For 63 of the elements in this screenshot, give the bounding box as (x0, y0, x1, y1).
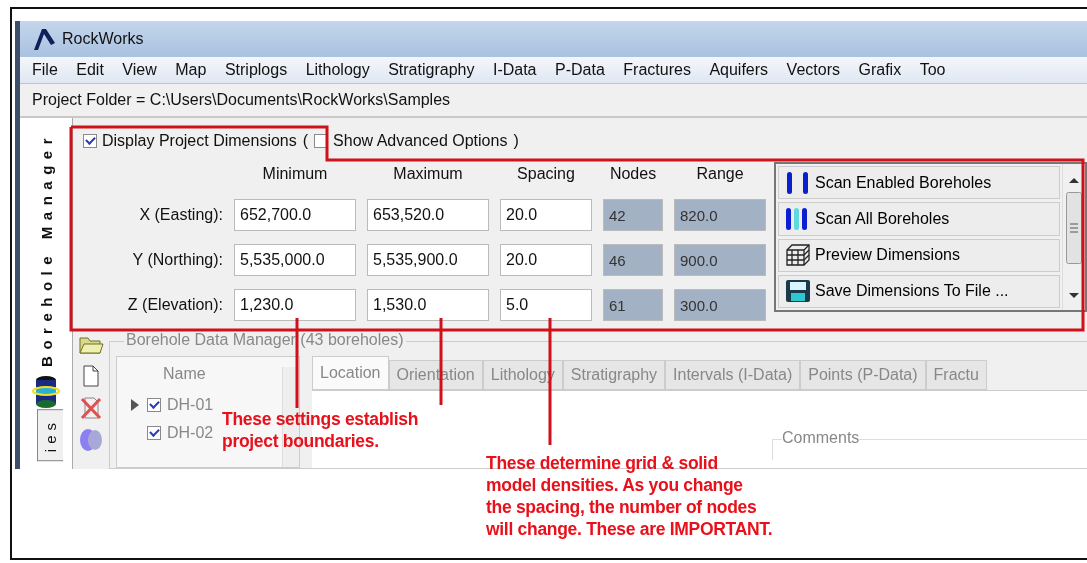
action-button[interactable]: Preview Dimensions (778, 238, 1060, 272)
input-field[interactable]: 5.0 (500, 289, 592, 321)
checkbox-label[interactable]: Show Advanced Options (333, 132, 508, 150)
action-button[interactable]: Scan Enabled Boreholes (778, 166, 1060, 200)
logo-icon (32, 27, 56, 51)
menu-item[interactable]: Edit (76, 61, 104, 79)
cube-grid-icon (783, 243, 813, 268)
checkbox[interactable] (147, 426, 161, 440)
input-field[interactable]: 1,530.0 (367, 289, 489, 321)
column-header: Maximum (392, 164, 464, 184)
blob-icon[interactable] (78, 427, 104, 453)
row-label: Y (Northing): (131, 251, 223, 269)
scroll-up-icon[interactable] (1068, 176, 1080, 184)
column-header: Nodes (608, 164, 658, 184)
project-folder-path: Project Folder = C:\Users\Documents\RockWorks\Samples (32, 91, 451, 109)
readonly-field: 300.0 (674, 289, 766, 321)
menu-item[interactable]: Fractures (623, 61, 691, 79)
readonly-field: 900.0 (674, 244, 766, 276)
input-field[interactable]: 1,230.0 (234, 289, 356, 321)
annotation-text: These settings establish project boundaries. (222, 408, 419, 452)
barrel-icon (31, 374, 61, 409)
menu-item[interactable]: Aquifers (709, 61, 769, 79)
action-button[interactable]: Scan All Boreholes (778, 202, 1060, 236)
checkbox[interactable] (83, 134, 97, 148)
action-button[interactable]: Save Dimensions To File ... (778, 274, 1060, 308)
menu-item[interactable]: P-Data (555, 61, 605, 79)
input-field[interactable]: 20.0 (500, 244, 592, 276)
readonly-field: 46 (603, 244, 663, 276)
delete-icon[interactable] (79, 395, 103, 421)
side-tab[interactable]: Borehole Manager (37, 132, 55, 367)
row-label: Z (Elevation): (126, 296, 223, 314)
menu-item[interactable]: Map (175, 61, 207, 79)
column-header: Range (695, 164, 745, 184)
readonly-field: 42 (603, 199, 663, 231)
input-field[interactable]: 5,535,000.0 (234, 244, 356, 276)
parenthesis: ) (513, 132, 519, 150)
expand-icon[interactable] (129, 398, 141, 412)
side-tab[interactable]: ies (37, 408, 63, 462)
menu-item[interactable]: View (122, 61, 157, 79)
column-header: Minimum (261, 164, 329, 184)
menu-item[interactable]: Too (919, 61, 946, 79)
menu-item[interactable]: Grafix (858, 61, 902, 79)
menu-item[interactable]: I-Data (492, 61, 537, 79)
menu-item[interactable]: Striplogs (224, 61, 288, 79)
checkbox-label[interactable]: Display Project Dimensions (102, 132, 297, 150)
column-header: Spacing (516, 164, 576, 184)
parenthesis: ( (302, 132, 309, 150)
input-field[interactable]: 20.0 (500, 199, 592, 231)
window-title: RockWorks (62, 30, 144, 48)
menu-item[interactable]: Stratigraphy (388, 61, 475, 79)
menu-item[interactable]: Lithology (305, 61, 370, 79)
input-field[interactable]: 5,535,900.0 (367, 244, 489, 276)
annotation-text: These determine grid & solid model densities. As you change the spacing, the number of nodes will change. These are IMPORTANT. (486, 452, 773, 540)
menu-item[interactable]: Vectors (786, 61, 840, 79)
row-label: X (Easting): (138, 206, 223, 224)
checkbox[interactable] (147, 398, 161, 412)
scroll-thumb[interactable] (1066, 192, 1082, 264)
input-field[interactable]: 652,700.0 (234, 199, 356, 231)
readonly-field: 820.0 (674, 199, 766, 231)
menu-item[interactable]: File (32, 61, 58, 79)
scroll-down-icon[interactable] (1068, 292, 1080, 300)
input-field[interactable]: 653,520.0 (367, 199, 489, 231)
readonly-field: 61 (603, 289, 663, 321)
